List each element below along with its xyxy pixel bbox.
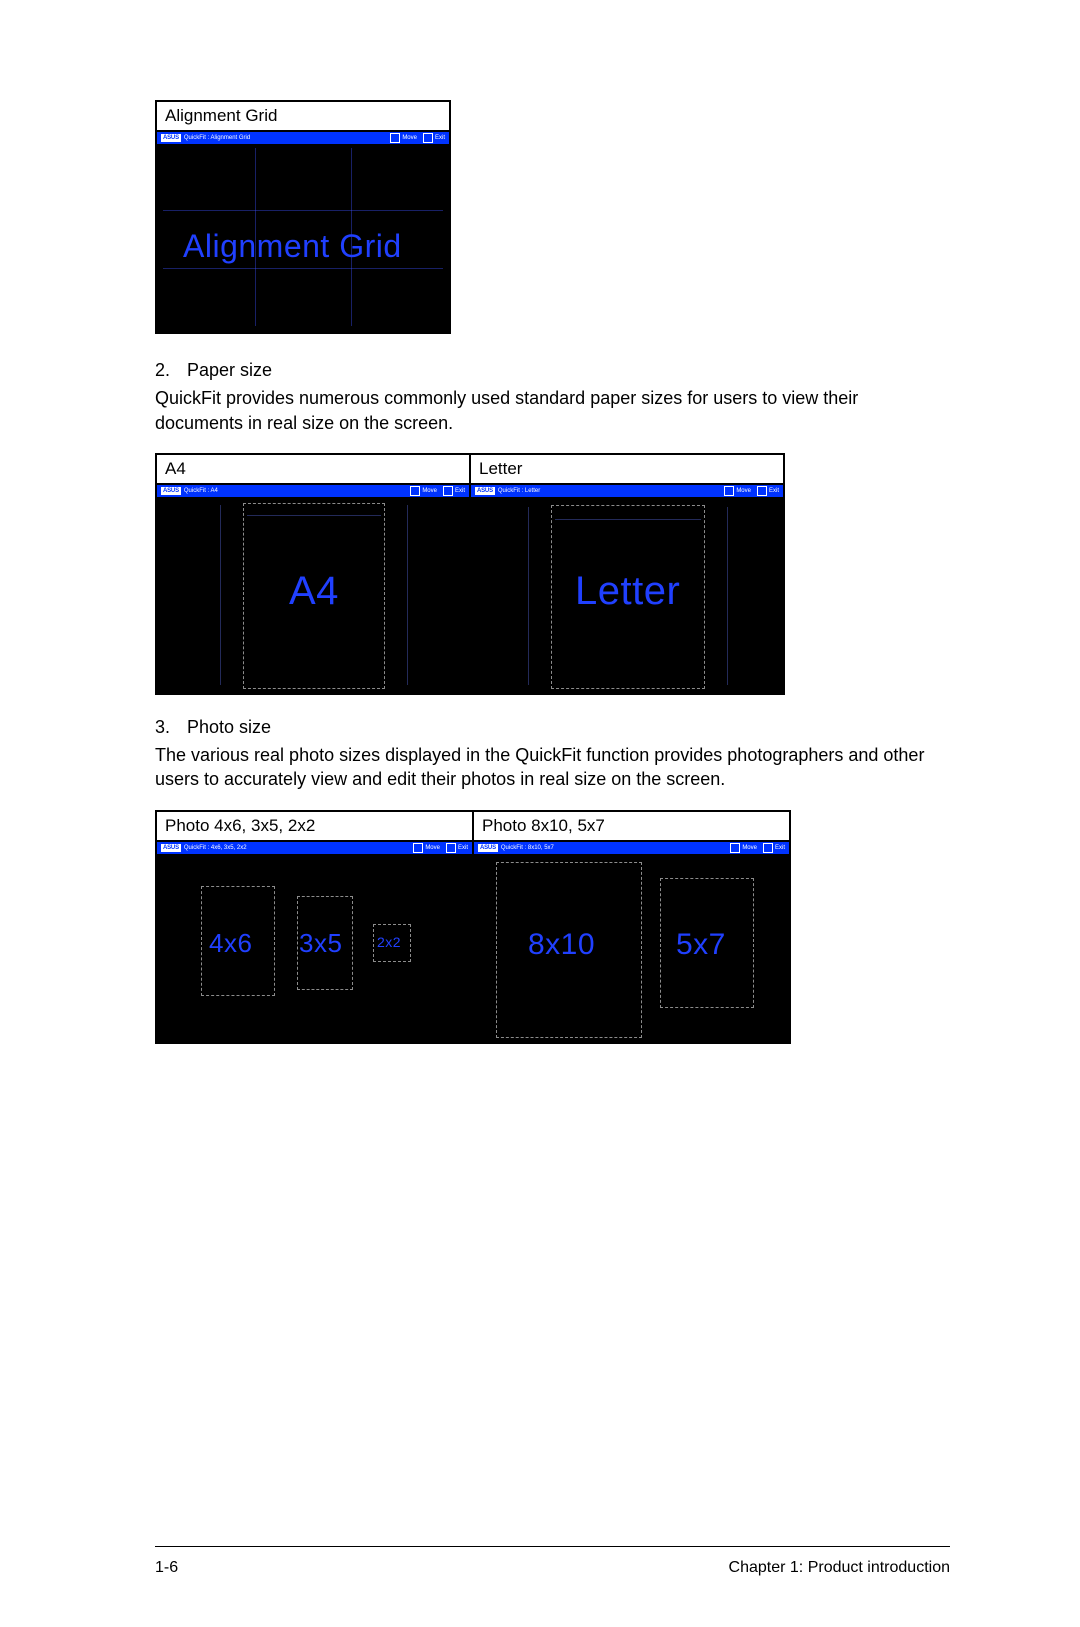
osd-bar: ASUS QuickFit : Alignment Grid Move Exit: [157, 132, 449, 144]
asus-logo: ASUS: [161, 844, 181, 852]
exit-icon: [446, 843, 456, 853]
move-icon: [724, 486, 734, 496]
letter-label: Letter: [575, 569, 680, 614]
asus-logo: ASUS: [161, 134, 181, 142]
osd-exit-label: Exit: [435, 134, 445, 142]
a4-screen: ASUS QuickFit : A4 Move Exit A4: [157, 485, 469, 693]
osd-bar: ASUS QuickFit : 4x6, 3x5, 2x2 Move Exit: [157, 842, 472, 854]
paper-size-figure: A4 Letter ASUS QuickFit : A4 Move Exit: [155, 453, 785, 695]
exit-icon: [443, 486, 453, 496]
exit-icon: [763, 843, 773, 853]
osd-bar: ASUS QuickFit : 8x10, 5x7 Move Exit: [474, 842, 789, 854]
a4-caption: A4: [156, 454, 470, 484]
exit-icon: [423, 133, 433, 143]
move-icon: [413, 843, 423, 853]
label-2x2: 2x2: [377, 934, 401, 950]
move-icon: [410, 486, 420, 496]
label-3x5: 3x5: [299, 928, 342, 959]
section2-heading: 2.Paper size: [155, 358, 950, 382]
section2-body: QuickFit provides numerous commonly used…: [155, 386, 950, 435]
chapter-title: Chapter 1: Product introduction: [729, 1559, 950, 1577]
label-4x6: 4x6: [209, 928, 252, 959]
alignment-grid-caption: Alignment Grid: [156, 101, 450, 131]
osd-title: QuickFit : A4: [184, 487, 218, 495]
osd-bar: ASUS QuickFit : Letter Move Exit: [471, 485, 783, 497]
asus-logo: ASUS: [475, 487, 495, 495]
alignment-grid-label: Alignment Grid: [183, 228, 402, 265]
section3-body: The various real photo sizes displayed i…: [155, 743, 950, 792]
alignment-grid-figure: Alignment Grid ASUS QuickFit : Alignment…: [155, 100, 451, 334]
photo2-caption: Photo 8x10, 5x7: [473, 811, 790, 841]
page-footer: 1-6 Chapter 1: Product introduction: [155, 1559, 950, 1577]
osd-title: QuickFit : Letter: [498, 487, 540, 495]
footer-rule: [155, 1546, 950, 1547]
move-icon: [730, 843, 740, 853]
letter-screen: ASUS QuickFit : Letter Move Exit Letter: [471, 485, 783, 693]
osd-title: QuickFit : 4x6, 3x5, 2x2: [184, 844, 247, 852]
osd-move-label: Move: [402, 134, 417, 142]
page-number: 1-6: [155, 1559, 178, 1577]
label-5x7: 5x7: [676, 928, 726, 962]
photo1-caption: Photo 4x6, 3x5, 2x2: [156, 811, 473, 841]
asus-logo: ASUS: [478, 844, 498, 852]
move-icon: [390, 133, 400, 143]
a4-label: A4: [289, 569, 339, 614]
section3-heading: 3.Photo size: [155, 715, 950, 739]
letter-caption: Letter: [470, 454, 784, 484]
exit-icon: [757, 486, 767, 496]
osd-title: QuickFit : 8x10, 5x7: [501, 844, 554, 852]
osd-title: QuickFit : Alignment Grid: [184, 134, 250, 142]
photo2-screen: ASUS QuickFit : 8x10, 5x7 Move Exit 8x10…: [474, 842, 789, 1042]
photo1-screen: ASUS QuickFit : 4x6, 3x5, 2x2 Move Exit …: [157, 842, 472, 1042]
asus-logo: ASUS: [161, 487, 181, 495]
photo-size-figure: Photo 4x6, 3x5, 2x2 Photo 8x10, 5x7 ASUS…: [155, 810, 791, 1044]
osd-bar: ASUS QuickFit : A4 Move Exit: [157, 485, 469, 497]
alignment-grid-screen: ASUS QuickFit : Alignment Grid Move Exit…: [157, 132, 449, 332]
label-8x10: 8x10: [528, 928, 595, 962]
